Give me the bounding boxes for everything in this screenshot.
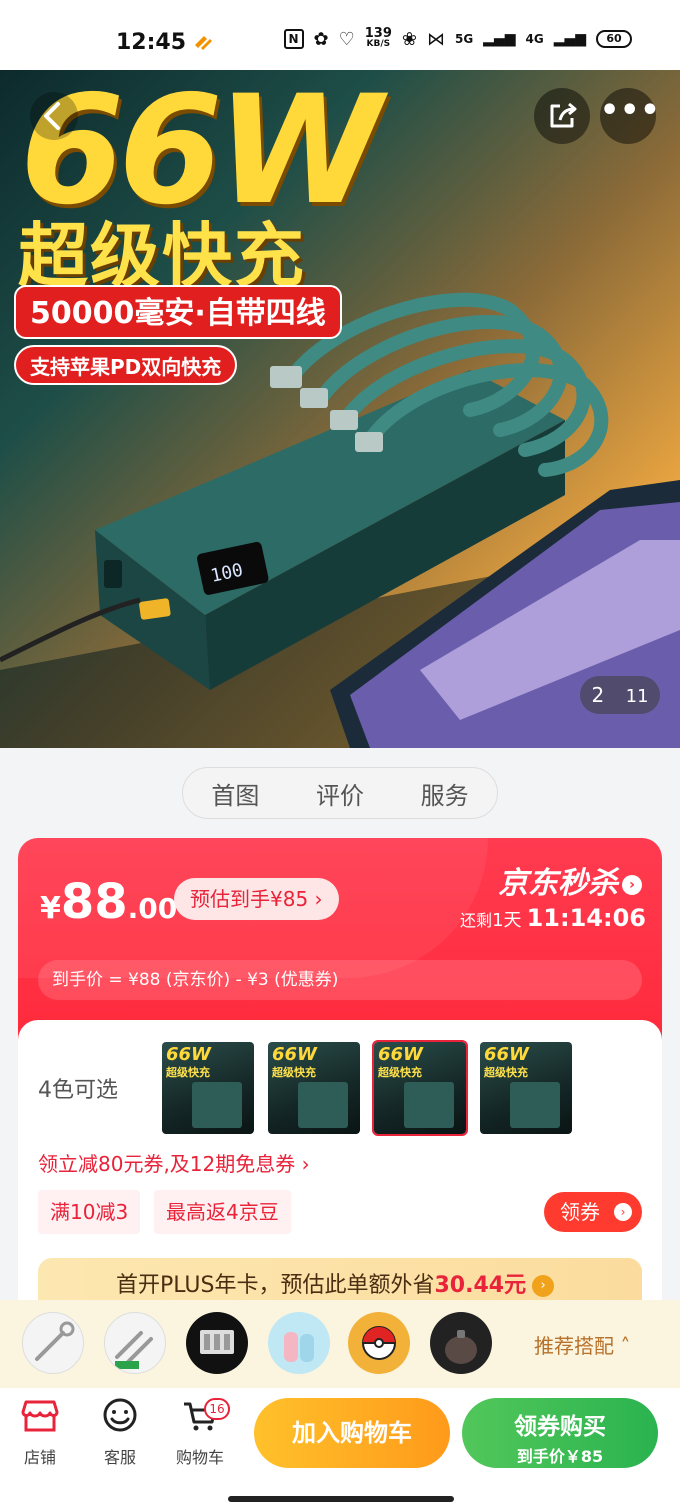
coupon-chip-beans[interactable]: 最高返4京豆 [154,1190,291,1234]
sim-pin-icon [35,1321,75,1361]
recommend-item[interactable] [430,1312,492,1374]
notification-icon: ✿ [313,28,329,50]
signal-bars-icon: ▂▄▆ [483,31,516,47]
recommend-item[interactable] [22,1312,84,1374]
power-bank-thumb-icon [298,1082,348,1128]
chevron-right-icon: › [622,874,642,895]
recommend-item[interactable] [104,1312,166,1374]
variant-thumb[interactable]: 66W 超级快充 [162,1042,254,1134]
variant-thumb[interactable]: 66W 超级快充 [268,1042,360,1134]
variant-thumb[interactable]: 66W 超级快充 [480,1042,572,1134]
battery-icon: 60 [596,30,632,48]
vibrate-icon: ⋈ [426,28,445,50]
signal-bars-icon: ▂▄▆ [553,31,586,47]
bottom-action-bar: 店铺 客服 购物车 16 加入购物车 领券购买 到手价￥85 [0,1388,680,1511]
customer-service-button[interactable]: 客服 [90,1398,150,1468]
chevron-left-icon [44,102,60,130]
image-counter: 2 11 [580,676,660,714]
chevron-right-icon: › [532,1275,555,1297]
more-dots-icon: ••• [600,93,661,128]
pokeball-icon [362,1326,396,1360]
variant-thumb-selected[interactable]: 66W 超级快充 [372,1040,468,1136]
network-speed: 139 KB/S [364,26,392,49]
status-time: 12:45 [116,30,187,55]
hero-pd-tag: 支持苹果PD双向快充 [14,345,238,385]
app-notification-icon [195,36,212,50]
recommend-item[interactable] [186,1312,248,1374]
gallery-tabs: 首图 评价 服务 [182,767,498,819]
mini-humidifier-icon [445,1330,477,1364]
chevron-right-icon: › [614,1203,632,1221]
notification-icon: ♡ [338,28,355,50]
home-indicator[interactable] [228,1496,454,1502]
sim-pin-icon [115,1331,153,1369]
coupon-buy-button[interactable]: 领券购买 到手价￥85 [462,1398,658,1468]
chat-smile-icon [103,1398,137,1432]
product-hero-image[interactable]: 100 66W 超级快充 50000毫安·自带四线 支持苹果PD双向快充 •••… [0,70,680,748]
signal-5g-icon: 5G [454,32,474,46]
sim-tool-box-icon [200,1330,234,1354]
tab-service[interactable]: 服务 [421,776,469,811]
signal-4g-icon: 4G [525,32,544,46]
product-page: 12:45 N ✿ ♡ 139 KB/S ❀ ⋈ 5G ▂▄▆ 4G ▂▄▆ 6… [0,0,680,1511]
back-button[interactable] [30,92,78,140]
recommend-item[interactable] [348,1312,410,1374]
power-bank-thumb-icon [404,1082,454,1128]
store-icon [21,1400,59,1432]
hero-capacity-tag: 50000毫安·自带四线 [14,285,342,339]
status-icons: N ✿ ♡ 139 KB/S ❀ ⋈ 5G ▂▄▆ 4G ▂▄▆ 60 [283,26,632,50]
humidifier-icon [284,1332,314,1362]
power-bank-thumb-icon [192,1082,242,1128]
coupon-chip-discount[interactable]: 满10减3 [38,1190,141,1234]
notification-icon: ❀ [401,28,417,50]
tab-reviews[interactable]: 评价 [316,776,364,811]
store-button[interactable]: 店铺 [10,1398,70,1468]
tab-main-image[interactable]: 首图 [211,776,259,811]
recommend-toggle[interactable]: 推荐搭配 ˄ [534,1330,630,1359]
price-formula: 到手价 = ¥88 (京东价) - ¥3 (优惠券) [38,960,642,1000]
recommend-strip: 推荐搭配 ˄ [0,1300,680,1388]
power-bank-thumb-icon [510,1082,560,1128]
status-bar: 12:45 N ✿ ♡ 139 KB/S ❀ ⋈ 5G ▂▄▆ 4G ▂▄▆ 6… [0,0,680,70]
coupon-headline-link[interactable]: 领立减80元券,及12期免息券 › [38,1148,310,1177]
share-button[interactable] [534,88,590,144]
recommend-item[interactable] [268,1312,330,1374]
add-to-cart-button[interactable]: 加入购物车 [254,1398,450,1468]
estimated-price-button[interactable]: 预估到手¥85 › [174,878,339,920]
countdown: 还剩1天 11:14:06 [460,904,646,932]
share-icon [550,102,577,128]
get-coupon-button[interactable]: 领券 › [544,1192,642,1232]
cart-count-badge: 16 [204,1398,230,1420]
more-button[interactable]: ••• [600,88,660,144]
variants-label[interactable]: 4色可选 [38,1072,118,1104]
flash-sale-link[interactable]: 京东秒杀 › [498,858,642,902]
price: ¥88.00 [40,874,178,930]
nfc-icon: N [283,29,304,49]
